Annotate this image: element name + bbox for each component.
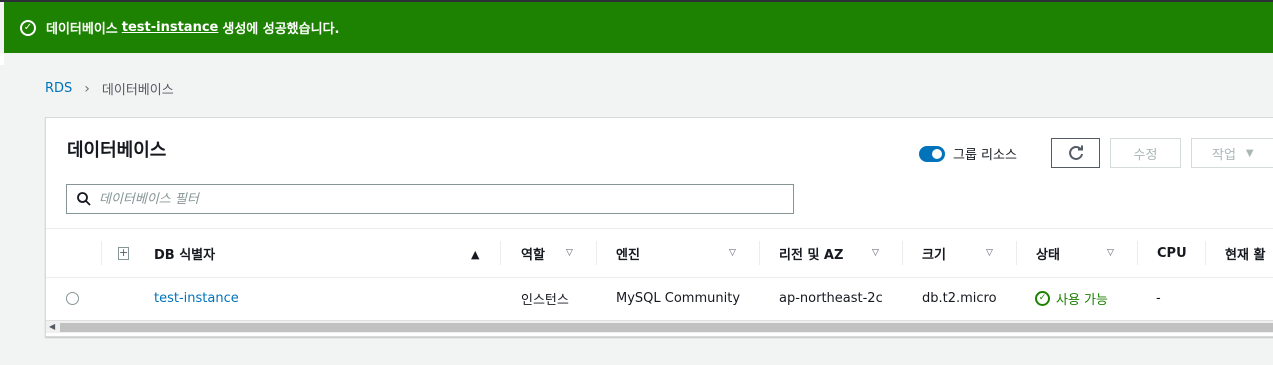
column-current-activity[interactable]: 현재 활 (1205, 229, 1273, 277)
engine-value: MySQL Community (616, 290, 741, 306)
chevron-right-icon: › (84, 80, 90, 97)
success-check-icon: ✓ (20, 19, 36, 36)
cell-role: 인스턴스 (521, 278, 569, 318)
scrollbar-thumb[interactable] (60, 323, 1273, 332)
breadcrumb-current: 데이터베이스 (101, 83, 174, 98)
column-label: 상태 (1036, 247, 1060, 263)
caret-down-icon: ▼ (1245, 147, 1254, 159)
toggle-switch-icon[interactable] (919, 145, 945, 162)
sort-caret-icon[interactable]: ▽ (986, 248, 993, 258)
expand-plus-icon[interactable]: + (118, 246, 130, 260)
column-role[interactable]: 역할 ▽ (500, 229, 596, 277)
az-value: ap-northeast-2c (779, 290, 883, 306)
column-divider (1137, 241, 1138, 265)
column-label: 리전 및 AZ (779, 247, 844, 263)
table-row[interactable]: test-instance 인스턴스 MySQL Community ap-no… (46, 278, 1273, 318)
column-label: CPU (1157, 245, 1187, 261)
size-value: db.t2.micro (922, 290, 997, 306)
search-field[interactable] (66, 184, 794, 214)
sort-caret-icon[interactable]: ▽ (1107, 248, 1114, 258)
flash-suffix: 생성에 성공했습니다. (222, 22, 340, 37)
column-divider (500, 241, 501, 265)
row-select-cell[interactable] (66, 278, 79, 318)
flash-prefix: 데이터베이스 (46, 22, 118, 37)
column-label: 역할 (521, 247, 545, 263)
actions-dropdown[interactable]: 작업 ▼ (1191, 138, 1273, 168)
column-size[interactable]: 크기 ▽ (902, 229, 1016, 277)
status-value: 사용 가능 (1056, 292, 1108, 308)
table-header: + DB 식별자 ▲ 역할 ▽ 엔진 ▽ 리전 및 AZ ▽ 크기 ▽ 상태 ▽… (46, 228, 1273, 278)
column-label: DB 식별자 (154, 247, 216, 263)
column-divider (1016, 241, 1017, 265)
group-resources-label: 그룹 리소스 (953, 148, 1017, 163)
column-divider (596, 241, 597, 265)
breadcrumb: RDS › 데이터베이스 (45, 79, 174, 99)
status-available-icon: ✓ (1035, 290, 1050, 306)
column-divider (1205, 241, 1206, 265)
expand-all-cell[interactable]: + (101, 229, 130, 277)
column-divider (902, 241, 903, 265)
cpu-value: - (1156, 290, 1161, 306)
column-divider (759, 241, 760, 265)
left-edge (0, 53, 4, 65)
refresh-button[interactable] (1051, 138, 1100, 168)
sort-caret-icon[interactable]: ▽ (566, 248, 573, 258)
cell-cpu: - (1156, 278, 1161, 318)
group-resources-toggle[interactable]: 그룹 리소스 (919, 144, 1017, 163)
cell-region-az: ap-northeast-2c (779, 278, 883, 318)
column-status[interactable]: 상태 ▽ (1016, 229, 1137, 277)
databases-panel: 데이터베이스 그룹 리소스 수정 작업 ▼ + DB 식별자 ▲ 역 (45, 117, 1273, 337)
horizontal-scrollbar[interactable]: ◀ (46, 320, 1273, 333)
actions-label: 작업 (1212, 147, 1236, 163)
role-value: 인스턴스 (521, 292, 569, 308)
cell-engine: MySQL Community (616, 278, 740, 318)
column-db-identifier[interactable]: DB 식별자 ▲ (154, 229, 499, 277)
row-radio-button[interactable] (66, 291, 79, 305)
search-input[interactable] (99, 191, 779, 207)
refresh-icon (1068, 145, 1083, 160)
sort-ascending-icon[interactable]: ▲ (471, 248, 479, 261)
db-identifier-link[interactable]: test-instance (154, 291, 239, 306)
flash-instance-link[interactable]: test-instance (122, 20, 219, 35)
column-label: 크기 (922, 247, 946, 263)
cell-db-identifier[interactable]: test-instance (154, 278, 239, 318)
column-label: 현재 활 (1225, 247, 1266, 263)
sort-caret-icon[interactable]: ▽ (872, 248, 879, 258)
scroll-left-arrow-icon[interactable]: ◀ (49, 322, 55, 331)
column-divider (101, 241, 102, 265)
cell-status: ✓ 사용 가능 (1035, 278, 1108, 318)
edit-button[interactable]: 수정 (1110, 138, 1181, 168)
page-title: 데이터베이스 (67, 140, 167, 161)
sort-caret-icon[interactable]: ▽ (729, 248, 736, 258)
column-cpu[interactable]: CPU (1137, 229, 1205, 277)
column-region-az[interactable]: 리전 및 AZ ▽ (759, 229, 902, 277)
cell-size: db.t2.micro (922, 278, 997, 318)
search-icon (77, 192, 91, 206)
breadcrumb-rds-link[interactable]: RDS (45, 81, 72, 96)
column-label: 엔진 (616, 247, 640, 263)
column-engine[interactable]: 엔진 ▽ (596, 229, 759, 277)
status-badge: ✓ 사용 가능 (1035, 289, 1108, 308)
success-flash-banner: ✓ 데이터베이스 test-instance 생성에 성공했습니다. (4, 2, 1273, 53)
